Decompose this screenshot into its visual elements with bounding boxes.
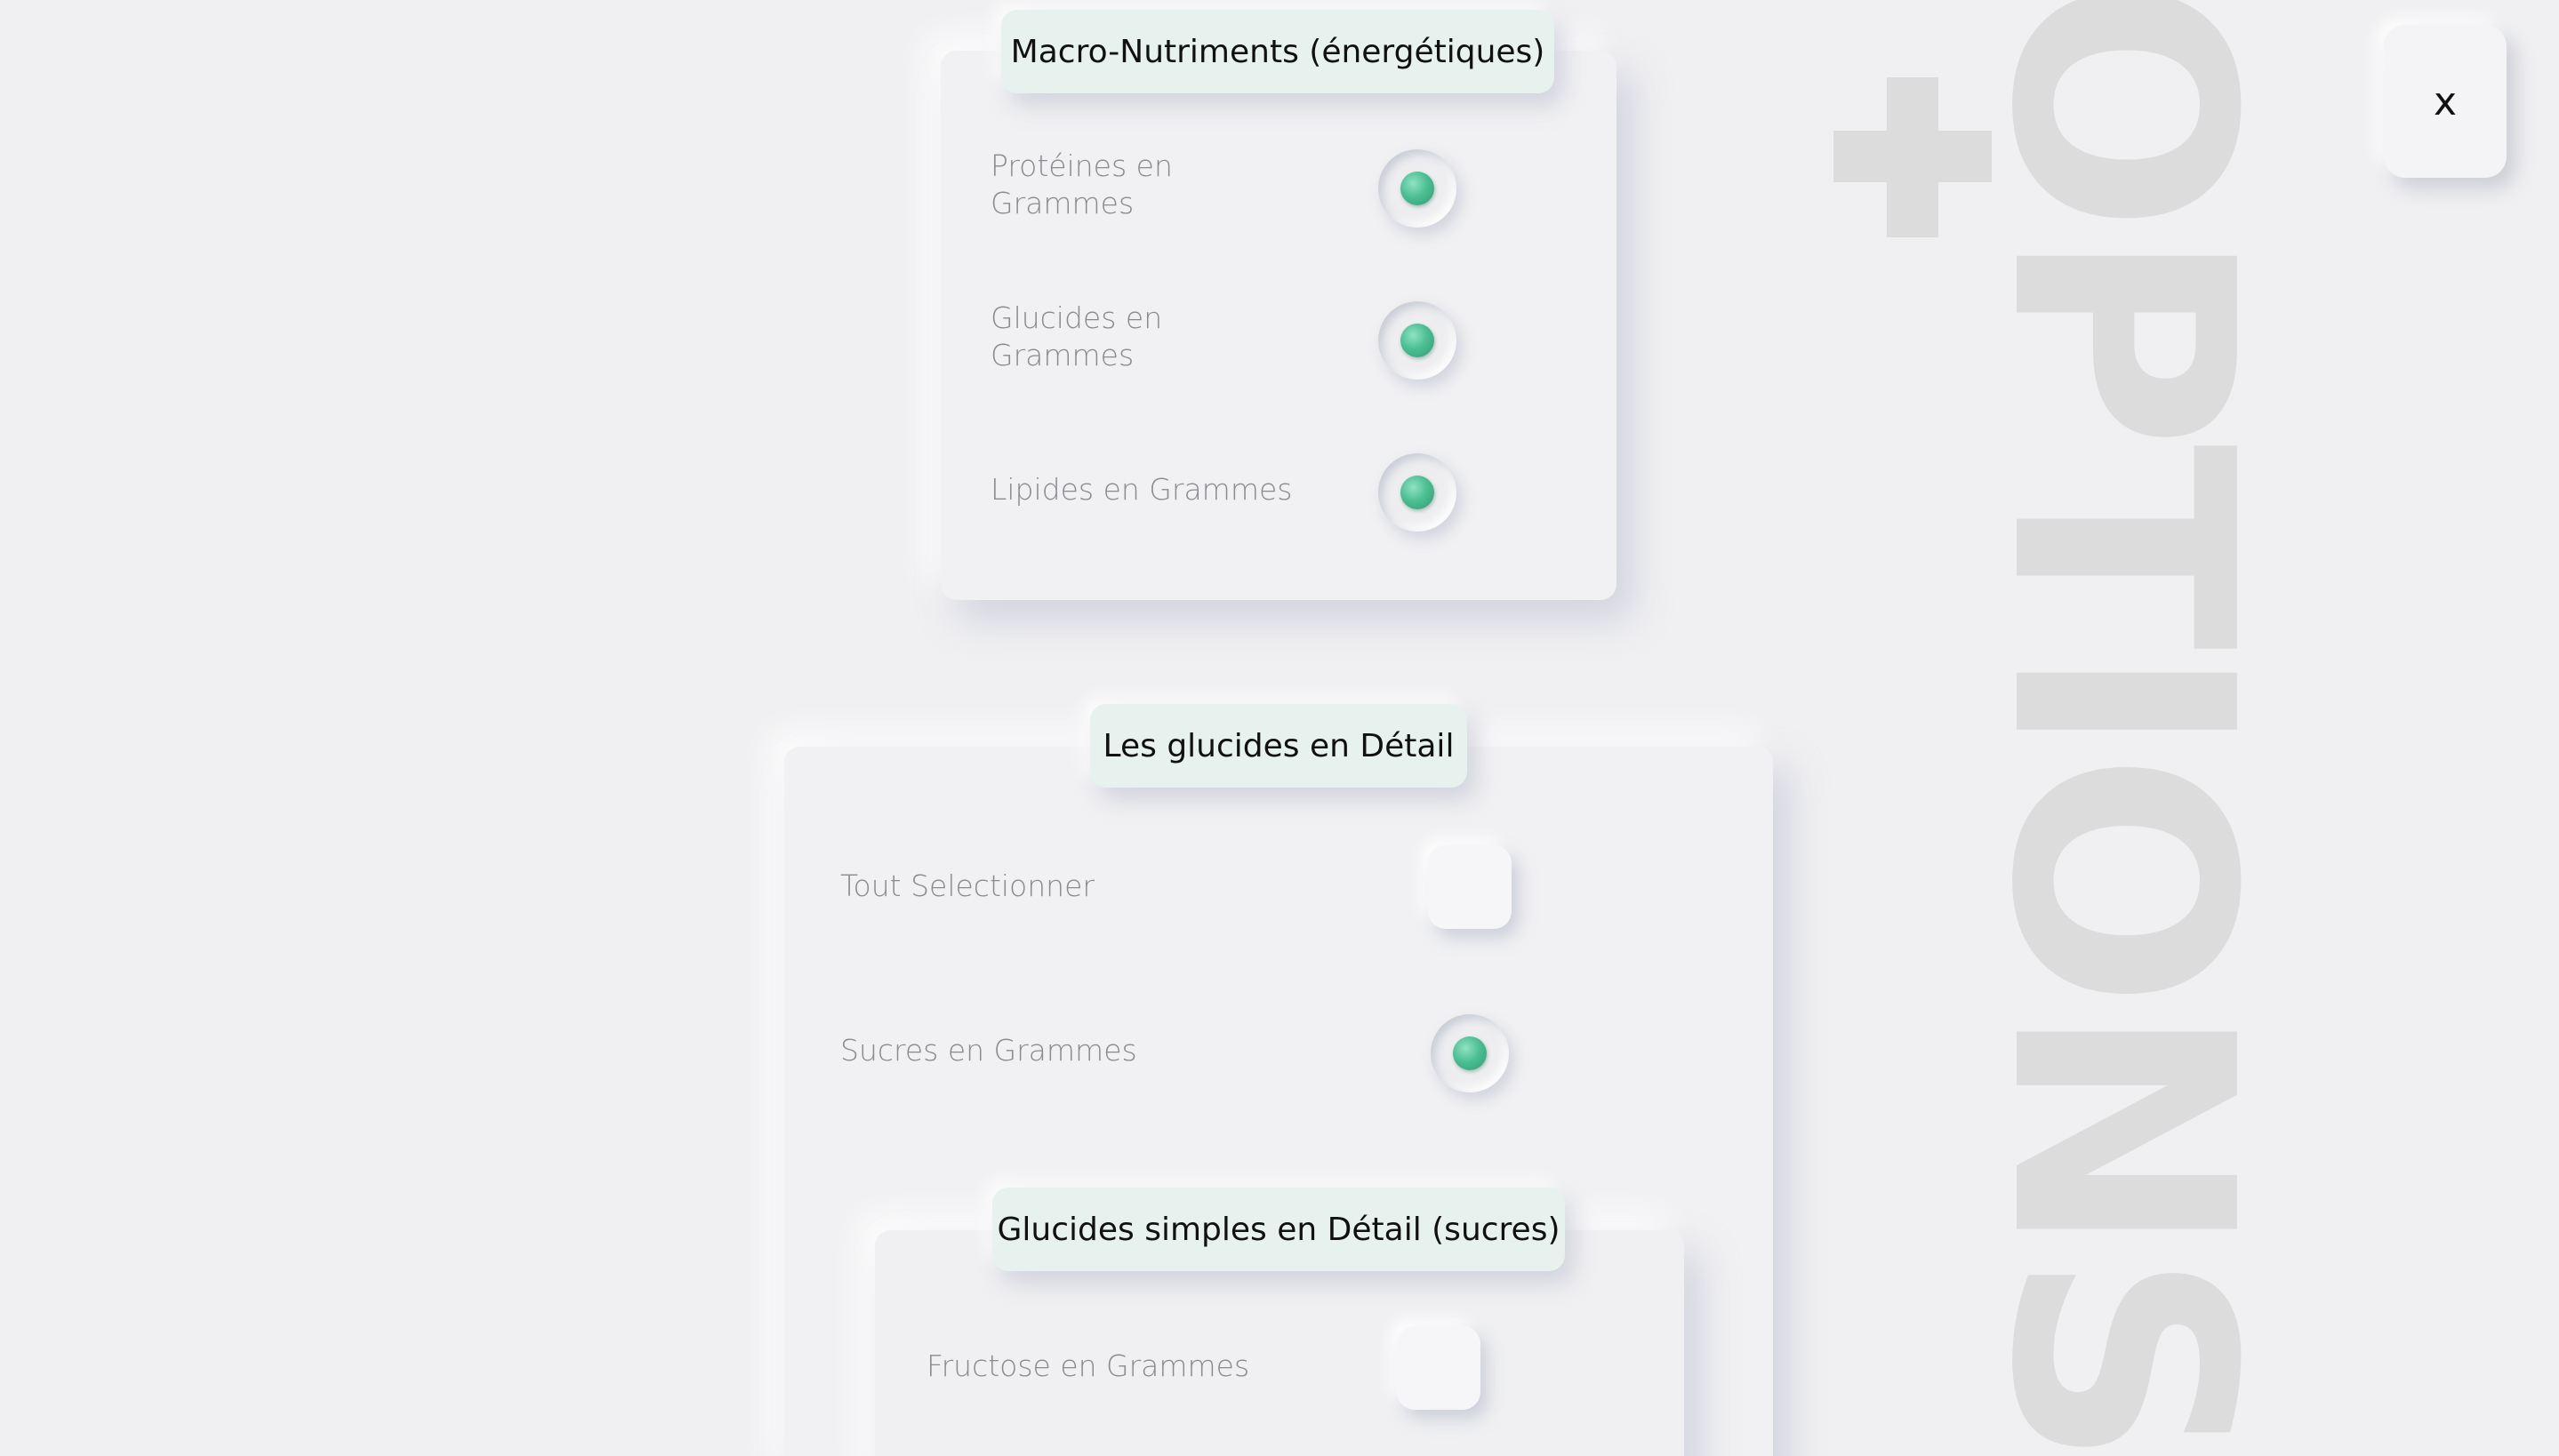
carbs-toggle[interactable] xyxy=(1378,301,1456,380)
fructose-label: Fructose en Grammes xyxy=(927,1348,1250,1383)
sugars-toggle[interactable] xyxy=(1431,1014,1509,1092)
selected-indicator-icon xyxy=(1400,172,1434,205)
carbs-label: Glucides en Grammes xyxy=(991,300,1163,372)
fructose-checkbox[interactable] xyxy=(1397,1326,1480,1410)
proteins-toggle[interactable] xyxy=(1378,149,1456,228)
sugars-label: Sucres en Grammes xyxy=(840,1033,1137,1068)
lipids-toggle[interactable] xyxy=(1378,453,1456,532)
selected-indicator-icon xyxy=(1453,1036,1487,1070)
macro-nutrients-title: Macro-Nutriments (énergétiques) xyxy=(1001,10,1554,93)
simple-sugars-title: Glucides simples en Détail (sucres) xyxy=(992,1188,1565,1271)
options-screen: OPTIONS x Macro-Nutriments (énergétiques… xyxy=(0,0,2559,1456)
selected-indicator-icon xyxy=(1400,324,1434,357)
select-all-checkbox[interactable] xyxy=(1428,845,1512,929)
selected-indicator-icon xyxy=(1400,476,1434,509)
proteins-label: Protéines en Grammes xyxy=(991,148,1173,220)
options-watermark: OPTIONS xyxy=(1945,0,2297,1456)
carbs-detail-title: Les glucides en Détail xyxy=(1090,704,1467,788)
select-all-label: Tout Selectionner xyxy=(840,868,1095,903)
lipids-label: Lipides en Grammes xyxy=(991,472,1293,507)
close-button[interactable]: x xyxy=(2384,25,2507,178)
